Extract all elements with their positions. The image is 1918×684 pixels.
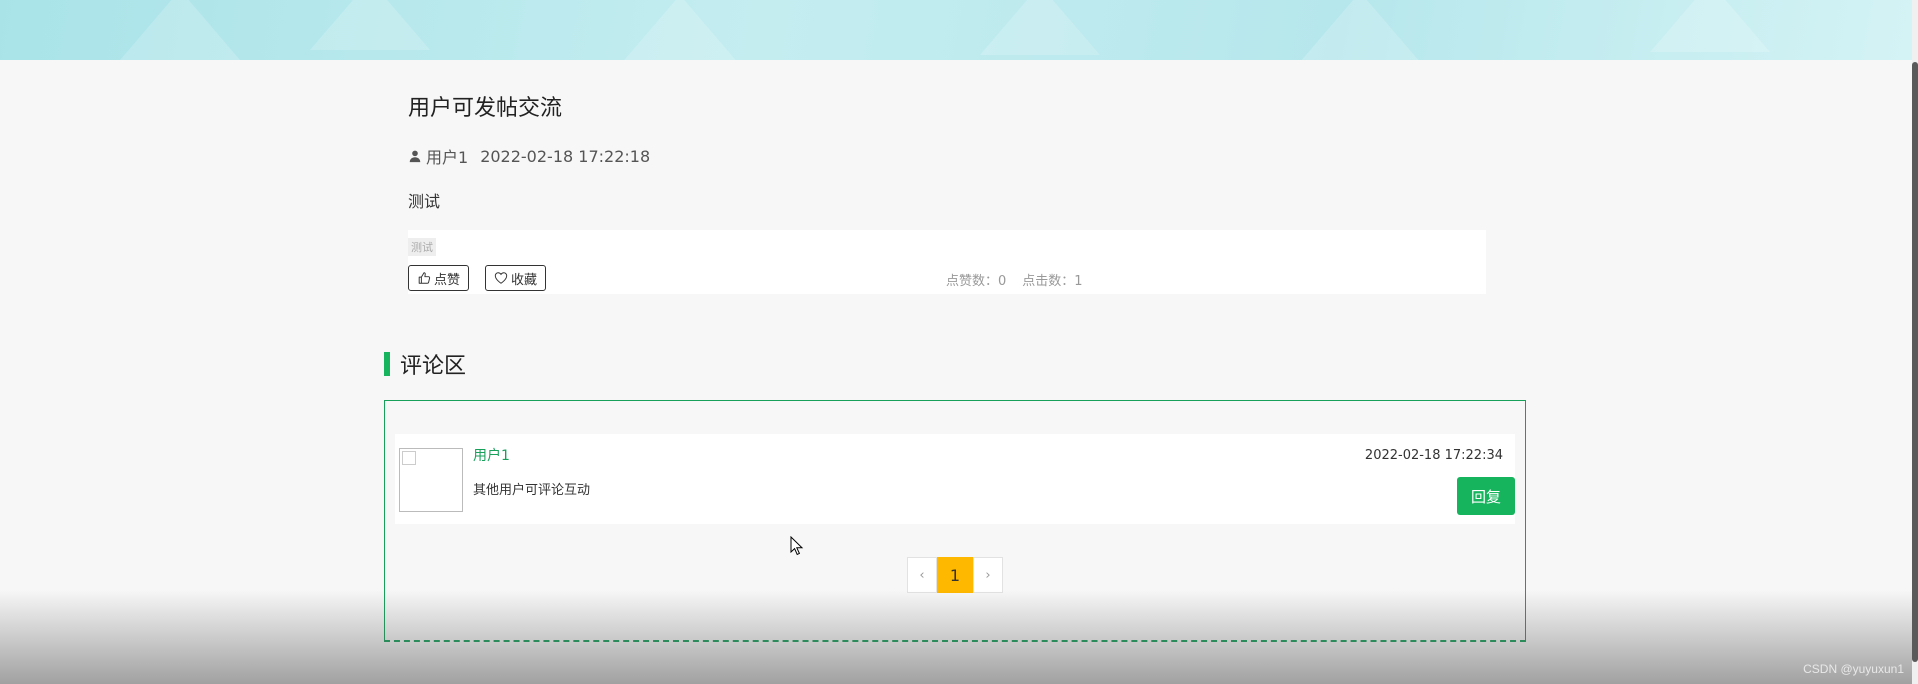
post-title: 用户可发帖交流 [408,96,563,121]
like-count: 点赞数：0 [946,274,1007,289]
thumbs-up-icon [418,272,431,284]
reply-button[interactable]: 回复 [1457,477,1515,515]
pagination: ‹ 1 › [907,557,1003,593]
post-tag: 测试 [408,238,436,256]
post-meta: 用户1 2022-02-18 17:22:18 [408,144,650,168]
page-1-button[interactable]: 1 [937,557,973,593]
like-button-label: 点赞 [434,271,461,287]
next-page-button[interactable]: › [973,557,1003,593]
comments-section-title: 评论区 [400,354,467,379]
comment-text: 其他用户可评论互动 [473,483,591,498]
comment-date: 2022-02-18 17:22:34 [1364,448,1503,463]
top-banner [0,0,1912,60]
commenter-avatar [399,448,463,512]
post-author: 用户1 [426,148,469,167]
comments-section-header: 评论区 [384,352,466,379]
post-content: 测试 [408,192,441,211]
page-scrollbar[interactable] [1912,0,1918,684]
watermark: CSDN @yuyuxun1 [1803,662,1904,676]
broken-image-icon [402,451,416,465]
comment-user[interactable]: 用户1 [473,445,510,465]
comments-container: 用户1 其他用户可评论互动 2022-02-18 17:22:34 回复 ‹ 1… [384,400,1526,642]
prev-page-button[interactable]: ‹ [907,557,937,593]
post-stats: 点赞数：0 点击数：1 [946,270,1083,289]
section-accent-bar [384,352,390,376]
like-button[interactable]: 点赞 [408,265,470,291]
user-icon [409,150,421,163]
heart-icon [494,272,508,284]
scrollbar-thumb[interactable] [1912,62,1918,662]
favorite-button-label: 收藏 [511,271,538,287]
post-date: 2022-02-18 17:22:18 [480,146,651,166]
mouse-cursor-icon [790,536,804,556]
click-count: 点击数：1 [1022,274,1083,289]
post-action-panel: 测试 点赞 收藏 点赞数：0 点击数：1 [408,230,1486,294]
comment-item: 用户1 其他用户可评论互动 2022-02-18 17:22:34 回复 [395,434,1515,524]
favorite-button[interactable]: 收藏 [485,265,547,291]
